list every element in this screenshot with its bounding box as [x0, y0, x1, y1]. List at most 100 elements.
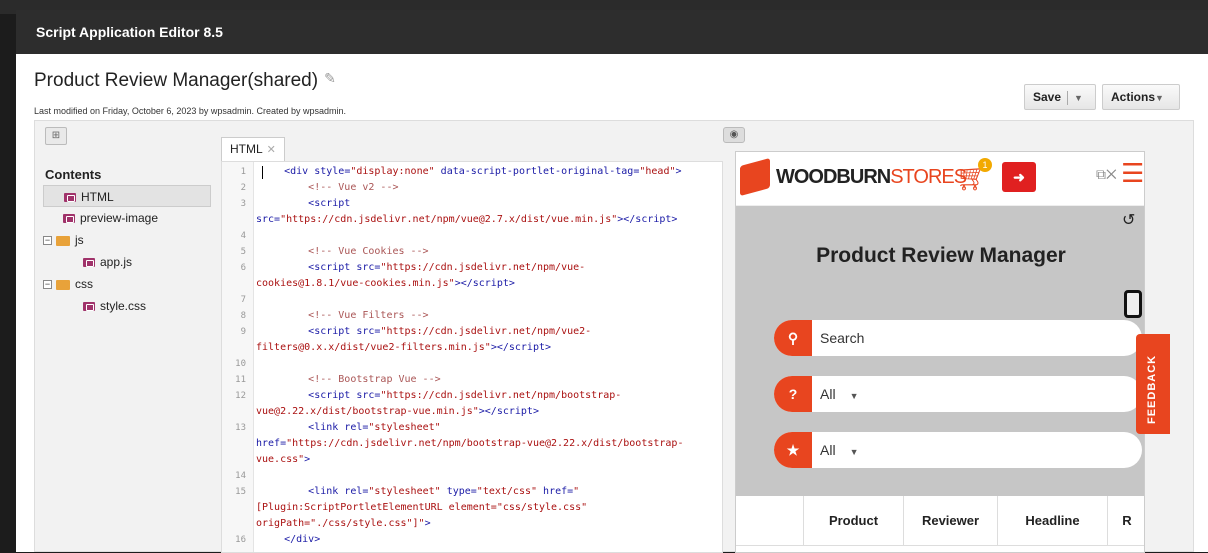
- line-number: 13: [235, 423, 246, 433]
- chevron-down-icon[interactable]: ▼: [1074, 93, 1083, 103]
- code-line: <!-- Bootstrap Vue -->: [308, 374, 441, 385]
- code-editor[interactable]: 1 2 3 4 5 6 7 8 9 10 11 12 13 14 15 16 <…: [221, 161, 723, 553]
- brand-light: STORES: [890, 166, 967, 188]
- code-line: <script src="https://cdn.jsdelivr.net/np…: [308, 326, 592, 337]
- line-number: 6: [240, 263, 246, 273]
- collapse-toggle[interactable]: −: [43, 236, 52, 246]
- question-icon: ?: [774, 376, 812, 412]
- brand-bold: WOODBURN: [776, 166, 891, 188]
- tree-item-html[interactable]: HTML: [43, 185, 211, 207]
- last-modified-text: Last modified on Friday, October 6, 2023…: [34, 106, 346, 116]
- line-number: 3: [240, 199, 246, 209]
- tree-item-style-css[interactable]: style.css: [83, 295, 146, 317]
- code-line: <link rel="stylesheet" type="text/css" h…: [308, 486, 580, 497]
- line-number: 10: [235, 359, 246, 369]
- tree-icon[interactable]: ⊞: [45, 127, 67, 145]
- code-line: <div style="display:none" data-script-po…: [284, 166, 682, 177]
- folder-icon: [56, 235, 70, 246]
- line-number: 16: [235, 535, 246, 545]
- code-line: src="https://cdn.jsdelivr.net/npm/vue@2.…: [256, 214, 678, 225]
- tree-item-label: css: [75, 277, 93, 291]
- code-line: </div>: [284, 534, 321, 545]
- line-number: 4: [240, 231, 246, 241]
- tree-item-preview-image[interactable]: preview-image: [63, 207, 158, 229]
- line-number: 7: [240, 295, 246, 305]
- code-line: <!-- Vue Filters -->: [308, 310, 429, 321]
- tree-item-label: HTML: [81, 190, 114, 204]
- logout-icon[interactable]: ➜: [1002, 162, 1036, 192]
- preview-pane: WOODBURNSTORES 🛒︎ 1 ➜ ⧉✕ ☰ ↺ Product Rev…: [735, 151, 1145, 553]
- collapse-toggle[interactable]: −: [43, 280, 52, 290]
- filter-select-1[interactable]: ? All ▼: [774, 376, 1142, 412]
- window-title: Script Application Editor 8.5: [16, 10, 1208, 54]
- feedback-tab[interactable]: FEEDBACK: [1136, 334, 1170, 434]
- line-number: 1: [240, 167, 246, 177]
- line-number: 9: [240, 327, 246, 337]
- line-number: 5: [240, 247, 246, 257]
- tree-item-js[interactable]: − js: [43, 229, 84, 251]
- filter-select-2[interactable]: ★ All ▼: [774, 432, 1142, 468]
- code-line: <link rel="stylesheet": [308, 422, 441, 433]
- column-header-headline[interactable]: Headline: [998, 496, 1108, 546]
- filter-value: All: [820, 442, 836, 458]
- column-header-rating[interactable]: R: [1108, 496, 1144, 546]
- tab-label: HTML: [230, 142, 263, 156]
- page-title: Product Review Manager(shared): [34, 70, 319, 91]
- tree-item-css[interactable]: − css: [43, 273, 93, 295]
- chevron-down-icon: ▼: [1155, 93, 1164, 103]
- editor-tabbar: HTML ✕: [221, 135, 723, 161]
- pencil-icon[interactable]: ✎: [324, 70, 336, 87]
- search-icon: ⚲: [774, 320, 812, 356]
- save-button[interactable]: Save ▼: [1024, 84, 1096, 110]
- search-input[interactable]: ⚲ Search: [774, 320, 1142, 356]
- chevron-down-icon: ▼: [849, 447, 859, 457]
- code-line: origPath="./css/style.css"]">: [256, 518, 431, 529]
- table-header-cell: [736, 496, 804, 546]
- tab-html[interactable]: HTML ✕: [221, 137, 285, 161]
- phone-icon[interactable]: [1124, 290, 1142, 318]
- folder-icon: [56, 279, 70, 290]
- brand-logo[interactable]: WOODBURNSTORES: [776, 166, 967, 189]
- line-number: 8: [240, 311, 246, 321]
- column-header-product[interactable]: Product: [804, 496, 904, 546]
- workspace: ⊞ Contents HTML preview-image − js app.js…: [34, 120, 1194, 553]
- code-line: [Plugin:ScriptPortletElementURL element=…: [256, 502, 588, 513]
- feedback-label: FEEDBACK: [1146, 354, 1158, 424]
- line-number: 12: [235, 391, 246, 401]
- code-line: <script src="https://cdn.jsdelivr.net/np…: [308, 390, 622, 401]
- close-icon[interactable]: ✕: [267, 144, 276, 156]
- line-number: 11: [235, 375, 246, 385]
- code-line: <!-- Vue Cookies -->: [308, 246, 429, 257]
- actions-label: Actions: [1111, 90, 1156, 104]
- editor-window: Script Application Editor 8.5 Product Re…: [16, 10, 1208, 553]
- file-icon: [64, 193, 76, 203]
- menu-icon[interactable]: ☰: [1121, 158, 1144, 189]
- reviews-table: Product Reviewer Headline R: [736, 496, 1144, 552]
- file-icon: [83, 302, 95, 312]
- code-line: <!-- Vue v2 -->: [308, 182, 399, 193]
- chevron-down-icon: ▼: [849, 391, 859, 401]
- file-icon: [83, 258, 95, 268]
- eye-icon[interactable]: ◉: [723, 127, 745, 143]
- contents-title: Contents: [45, 167, 102, 182]
- filter-value: All: [820, 386, 836, 402]
- app-container: ↺ Product Review Manager ⚲ Search ? All ▼…: [736, 206, 1144, 496]
- tree-item-label: app.js: [100, 255, 133, 269]
- column-header-reviewer[interactable]: Reviewer: [904, 496, 998, 546]
- cart-count-badge: 1: [978, 158, 992, 172]
- tree-item-app-js[interactable]: app.js: [83, 251, 132, 273]
- search-placeholder: Search: [820, 330, 865, 346]
- close-icon[interactable]: ⧉✕: [1096, 166, 1117, 183]
- code-line: <script: [308, 198, 351, 209]
- app-title: Product Review Manager: [816, 244, 1066, 267]
- file-icon: [63, 214, 75, 224]
- site-header: WOODBURNSTORES 🛒︎ 1 ➜ ⧉✕ ☰: [736, 152, 1144, 206]
- code-line: cookies@1.8.1/vue-cookies.min.js"></scri…: [256, 278, 515, 289]
- refresh-icon[interactable]: ↺: [1122, 210, 1135, 230]
- code-line: vue@2.22.x/dist/bootstrap-vue.min.js"></…: [256, 406, 539, 417]
- page-title-wrap: Product Review Manager(shared) ✎: [34, 70, 336, 92]
- tree-item-label: js: [75, 233, 84, 247]
- divider: [1067, 90, 1069, 105]
- logo-box-icon: [740, 157, 770, 197]
- actions-button[interactable]: Actions▼: [1102, 84, 1180, 110]
